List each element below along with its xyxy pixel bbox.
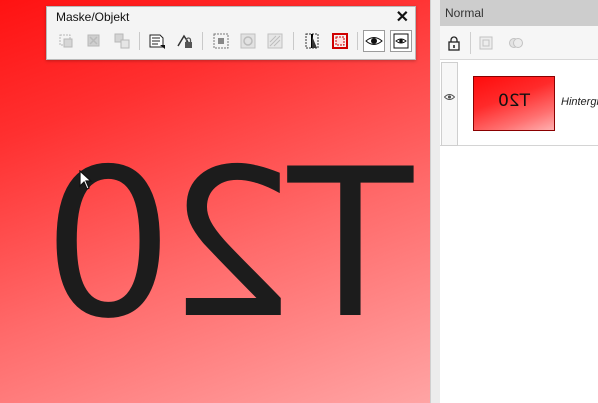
mask-from-object-button[interactable] <box>146 30 168 52</box>
mask-apply-button[interactable] <box>111 30 133 52</box>
mask-show-icon <box>365 37 383 45</box>
layers-panel: Normal T20 Hintergrund <box>440 0 598 403</box>
layer-name[interactable]: Hintergrund <box>561 96 598 108</box>
mask-gradient-icon <box>305 33 319 49</box>
toolbar-title: Maske/Objekt <box>56 10 130 24</box>
mask-create-icon <box>59 34 73 48</box>
blend-mode-value: Normal <box>445 6 484 20</box>
layer-toolbar <box>440 26 598 60</box>
mask-marquee-icon <box>332 33 348 49</box>
toolbar-separator <box>202 32 203 50</box>
merge-layers-button[interactable] <box>506 33 526 53</box>
thumbnail-text: T20 <box>497 91 531 111</box>
mask-overlay-icon <box>393 33 409 49</box>
lock-icon <box>448 36 460 51</box>
new-layer-icon <box>479 36 493 50</box>
mask-marquee-button[interactable] <box>329 30 351 52</box>
arrow-cursor-icon <box>79 170 93 190</box>
toolbar-separator <box>139 32 140 50</box>
lock-mask-button[interactable] <box>173 30 195 52</box>
lock-mask-icon <box>177 34 192 48</box>
new-layer-button[interactable] <box>476 33 496 53</box>
mask-remove-icon <box>87 34 100 47</box>
mask-invert-icon <box>267 33 283 49</box>
mask-object-toolbar: Maske/Objekt ✕ <box>46 6 416 60</box>
layer-visibility-toggle[interactable] <box>441 62 458 146</box>
canvas-text-object[interactable]: T20 <box>51 126 413 364</box>
close-icon[interactable]: ✕ <box>396 7 409 27</box>
panel-splitter[interactable] <box>430 0 440 403</box>
mask-invert-button[interactable] <box>264 30 286 52</box>
image-canvas[interactable]: T20 <box>0 0 430 403</box>
toolbar-separator <box>293 32 294 50</box>
lock-layer-button[interactable] <box>444 33 464 53</box>
blend-mode-select[interactable]: Normal <box>440 0 598 26</box>
mask-gradient-button[interactable] <box>301 30 323 52</box>
mask-from-object-icon <box>149 34 165 49</box>
mask-show-button[interactable] <box>363 30 385 52</box>
eye-icon <box>444 94 455 100</box>
layer-row[interactable]: T20 Hintergrund <box>440 62 598 146</box>
mask-disable-icon <box>240 33 256 49</box>
mask-apply-icon <box>114 33 130 49</box>
mask-disable-button[interactable] <box>237 30 259 52</box>
mask-create-button[interactable] <box>55 30 77 52</box>
toolbar-separator <box>357 32 358 50</box>
mask-select-icon <box>213 33 229 49</box>
mask-remove-button[interactable] <box>83 30 105 52</box>
mask-select-button[interactable] <box>210 30 232 52</box>
layer-thumbnail[interactable]: T20 <box>473 76 555 131</box>
mask-overlay-button[interactable] <box>390 30 412 52</box>
merge-icon <box>509 38 523 48</box>
toolbar-separator <box>470 32 471 54</box>
